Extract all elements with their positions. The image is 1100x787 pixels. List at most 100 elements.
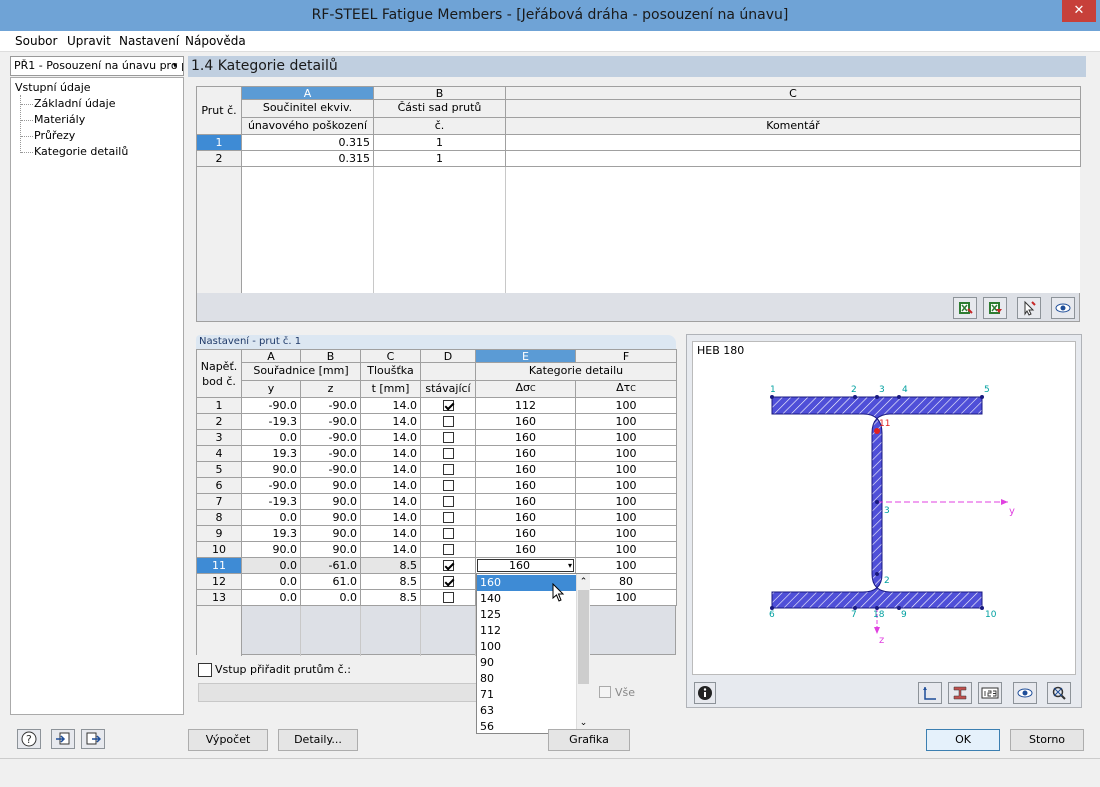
cell-delta-sigma[interactable]: 160: [475, 525, 576, 542]
col-letter-e[interactable]: E: [475, 348, 576, 364]
chevron-down-icon[interactable]: ▾: [568, 560, 572, 571]
cell-comment[interactable]: [505, 134, 1081, 151]
dropdown-option[interactable]: 125: [477, 607, 577, 623]
cell-delta-tau[interactable]: 100: [575, 429, 677, 446]
row-number[interactable]: 6: [196, 477, 242, 494]
cell-delta-tau[interactable]: 100: [575, 477, 677, 494]
cell-z[interactable]: -90.0: [300, 413, 361, 430]
cell-existing[interactable]: [420, 525, 476, 542]
cell-y[interactable]: 90.0: [241, 461, 301, 478]
info-button[interactable]: [694, 682, 716, 704]
detaily-button[interactable]: Detaily...: [278, 729, 358, 751]
cell-parts[interactable]: 1: [373, 150, 506, 167]
cell-z[interactable]: 0.0: [300, 589, 361, 606]
cell-delta-tau[interactable]: 100: [575, 509, 677, 526]
numbering-button[interactable]: [978, 682, 1002, 704]
export-button[interactable]: [81, 729, 105, 749]
col-letter-c[interactable]: C: [360, 348, 421, 364]
cell-z[interactable]: -61.0: [300, 557, 361, 574]
cell-delta-sigma-combo[interactable]: 160 ▾: [475, 557, 576, 574]
existing-checkbox[interactable]: [442, 400, 454, 411]
cell-delta-tau[interactable]: 100: [575, 525, 677, 542]
cell-y[interactable]: 0.0: [241, 509, 301, 526]
excel-import-button[interactable]: [983, 297, 1007, 319]
col-letter-a[interactable]: A: [241, 348, 301, 364]
cell-z[interactable]: 90.0: [300, 525, 361, 542]
cell-thickness[interactable]: 14.0: [360, 413, 421, 430]
cell-y[interactable]: 19.3: [241, 445, 301, 462]
cell-y[interactable]: -19.3: [241, 413, 301, 430]
row-number[interactable]: 1: [196, 134, 242, 151]
row-number[interactable]: 4: [196, 445, 242, 462]
cell-delta-tau[interactable]: 100: [575, 589, 677, 606]
existing-checkbox[interactable]: [442, 464, 454, 475]
view-button[interactable]: [1013, 682, 1037, 704]
cell-y[interactable]: 0.0: [241, 573, 301, 590]
cell-existing[interactable]: [420, 461, 476, 478]
menu-nastaveni[interactable]: Nastavení: [119, 34, 179, 48]
cell-existing[interactable]: [420, 573, 476, 590]
cell-delta-tau[interactable]: 80: [575, 573, 677, 590]
row-number[interactable]: 1: [196, 397, 242, 414]
cell-comment[interactable]: [505, 150, 1081, 167]
cell-delta-sigma[interactable]: 112: [475, 397, 576, 414]
close-button[interactable]: ✕: [1062, 0, 1096, 22]
cell-delta-sigma[interactable]: 160: [475, 541, 576, 558]
detail-category-dropdown[interactable]: 160 140 125 112 100 90 80 71 63 56 ⌃ ⌄: [476, 573, 590, 734]
dropdown-scrollbar[interactable]: ⌃ ⌄: [576, 574, 590, 733]
cell-z[interactable]: -90.0: [300, 445, 361, 462]
cell-thickness[interactable]: 14.0: [360, 541, 421, 558]
cell-existing[interactable]: [420, 557, 476, 574]
existing-checkbox[interactable]: [442, 592, 454, 603]
row-number[interactable]: 12: [196, 573, 242, 590]
cell-delta-sigma[interactable]: 160: [475, 445, 576, 462]
cell-thickness[interactable]: 14.0: [360, 525, 421, 542]
cell-y[interactable]: -90.0: [241, 397, 301, 414]
cell-y[interactable]: 0.0: [241, 589, 301, 606]
menu-upravit[interactable]: Upravit: [67, 34, 111, 48]
tree-item-kategorie-detailu[interactable]: Kategorie detailů: [34, 145, 128, 158]
cell-y[interactable]: -19.3: [241, 493, 301, 510]
cell-delta-tau[interactable]: 100: [575, 397, 677, 414]
axes-button[interactable]: [918, 682, 942, 704]
view-button[interactable]: [1051, 297, 1075, 319]
tree-root[interactable]: Vstupní údaje: [15, 81, 91, 94]
tree-item-materialy[interactable]: Materiály: [34, 113, 85, 126]
section-display-button[interactable]: [948, 682, 972, 704]
menu-soubor[interactable]: Soubor: [15, 34, 57, 48]
existing-checkbox[interactable]: [442, 448, 454, 459]
dropdown-option[interactable]: 71: [477, 687, 577, 703]
existing-checkbox[interactable]: [442, 496, 454, 507]
dropdown-option[interactable]: 112: [477, 623, 577, 639]
row-number[interactable]: 10: [196, 541, 242, 558]
existing-checkbox[interactable]: [442, 416, 454, 427]
cell-thickness[interactable]: 14.0: [360, 429, 421, 446]
dropdown-option[interactable]: 63: [477, 703, 577, 719]
row-number[interactable]: 13: [196, 589, 242, 606]
existing-checkbox[interactable]: [442, 528, 454, 539]
cell-thickness[interactable]: 14.0: [360, 461, 421, 478]
tree-item-zakladni-udaje[interactable]: Základní údaje: [34, 97, 115, 110]
tree-item-prurezy[interactable]: Průřezy: [34, 129, 75, 142]
scroll-up-icon[interactable]: ⌃: [577, 574, 590, 588]
scroll-thumb[interactable]: [578, 590, 589, 684]
storno-button[interactable]: Storno: [1010, 729, 1084, 751]
cell-y[interactable]: 0.0: [241, 557, 301, 574]
cell-thickness[interactable]: 14.0: [360, 493, 421, 510]
col-letter-d[interactable]: D: [420, 348, 476, 364]
cell-z[interactable]: 90.0: [300, 493, 361, 510]
cell-z[interactable]: 90.0: [300, 509, 361, 526]
col-letter-c[interactable]: C: [505, 85, 1081, 101]
cell-thickness[interactable]: 8.5: [360, 573, 421, 590]
cell-thickness[interactable]: 14.0: [360, 445, 421, 462]
import-button[interactable]: [51, 729, 75, 749]
ok-button[interactable]: OK: [926, 729, 1000, 751]
cell-delta-tau[interactable]: 100: [575, 557, 677, 574]
cell-z[interactable]: 90.0: [300, 541, 361, 558]
existing-checkbox[interactable]: [442, 544, 454, 555]
col-letter-b[interactable]: B: [373, 85, 506, 101]
row-number[interactable]: 8: [196, 509, 242, 526]
grafika-button[interactable]: Grafika: [548, 729, 630, 751]
cell-factor[interactable]: 0.315: [241, 134, 374, 151]
cell-existing[interactable]: [420, 493, 476, 510]
